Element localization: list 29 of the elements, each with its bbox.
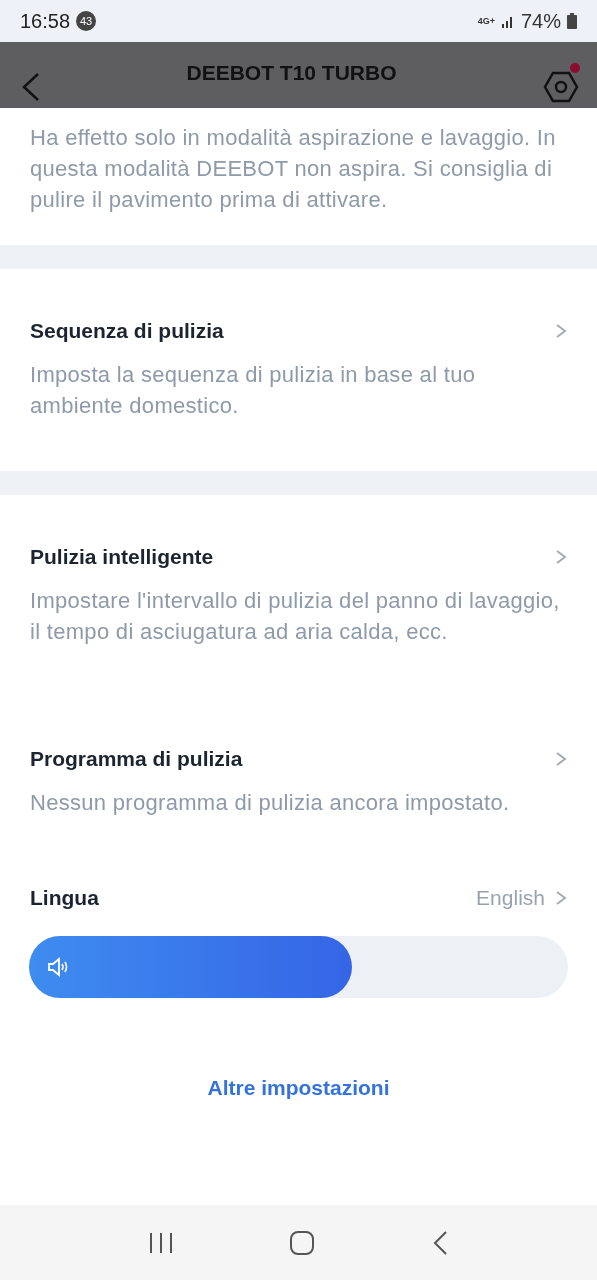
home-icon[interactable] — [289, 1229, 316, 1256]
recent-apps-icon[interactable] — [147, 1230, 174, 1255]
window-title: DEEBOT T10 TURBO — [185, 61, 398, 85]
language-row[interactable]: Lingua English — [0, 868, 597, 910]
status-time: 16:58 — [20, 9, 71, 33]
row-title: Lingua — [30, 886, 100, 910]
more-settings-link[interactable]: Altre impostazioni — [207, 1076, 390, 1100]
network-indicator: 4G+ — [477, 16, 495, 26]
settings-icon[interactable] — [541, 63, 581, 103]
battery-percent: 74% — [520, 9, 561, 33]
battery-icon — [567, 13, 577, 29]
notification-count: 43 — [76, 11, 97, 31]
row-title: Sequenza di pulizia — [30, 319, 224, 343]
back-icon[interactable] — [431, 1229, 450, 1256]
row-description: Nessun programma di pulizia ancora impostato. — [30, 789, 511, 817]
settings-row[interactable]: Programma di pulizia Nessun programma di pulizia ancora impostato. — [0, 697, 597, 868]
row-title: Programma di pulizia — [30, 747, 243, 771]
row-title: Pulizia intelligente — [30, 545, 214, 569]
language-value: English — [476, 886, 545, 910]
signal-icon — [500, 14, 515, 28]
row-description: Impostare l'intervallo di pulizia del panno di lavaggio, il tempo di asciugatura ad aria calda, ecc. — [30, 587, 561, 646]
settings-row[interactable]: Sequenza di pulizia Imposta la sequenza di pulizia in base al tuo ambiente domestico. — [0, 269, 597, 471]
chevron-icon — [555, 323, 567, 339]
chevron-icon — [555, 890, 567, 906]
chevron-icon — [555, 751, 567, 767]
row-description: Imposta la sequenza di pulizia in base al tuo ambiente domestico. — [30, 361, 477, 420]
description-text: Ha effetto solo in modalità aspirazione e lavaggio. In questa modalità DEEBOT non aspira. Si consiglia di pulire il pavimento prima di attivare. — [30, 124, 557, 214]
settings-row[interactable]: Pulizia intelligente Impostare l'intervallo di pulizia del panno di lavaggio, il tempo di asciugatura ad aria calda, ecc. — [0, 495, 597, 697]
chevron-icon — [555, 549, 567, 565]
